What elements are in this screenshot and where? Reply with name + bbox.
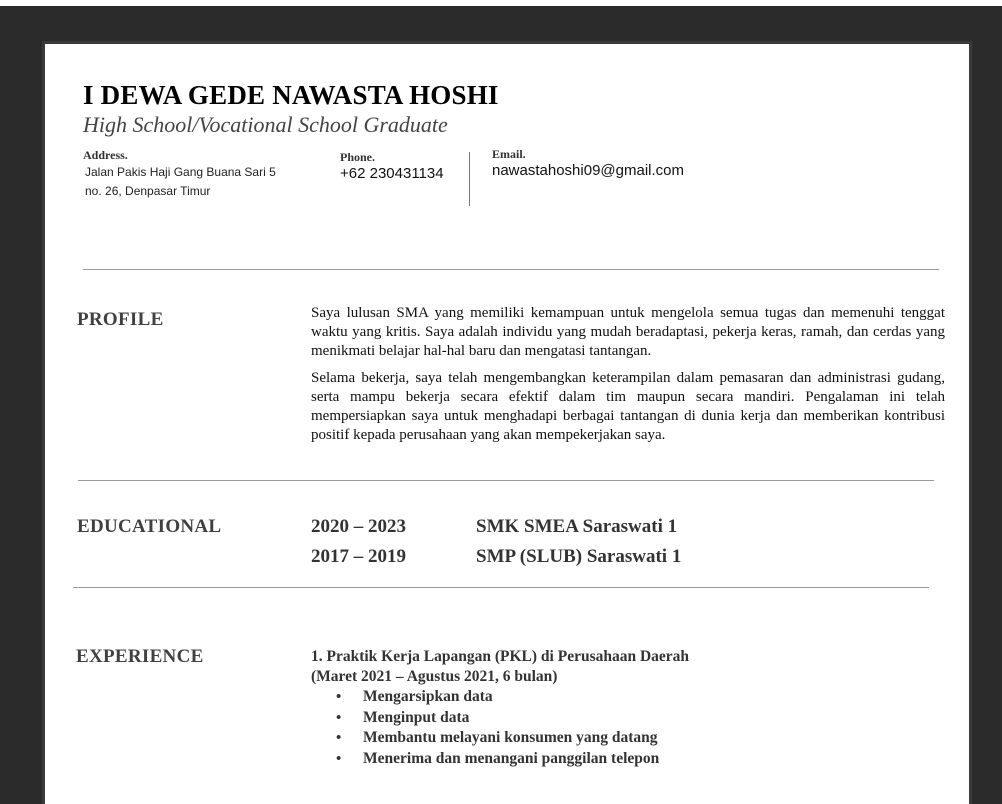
- contact-divider: [469, 152, 470, 206]
- list-item: • Mengarsipkan data: [336, 687, 689, 708]
- divider-header: [83, 269, 939, 270]
- experience-duties: • Mengarsipkan data • Menginput data • Memb…: [311, 687, 689, 769]
- profile-heading: PROFILE: [77, 309, 164, 330]
- profile-paragraph-2: Selama bekerja, saya telah mengembangkan…: [311, 370, 945, 443]
- address-line-2: no. 26, Denpasar Timur: [85, 184, 211, 198]
- list-item: • Membantu melayani konsumen yang datang: [336, 728, 689, 749]
- experience-entry: 1. Praktik Kerja Lapangan (PKL) di Perus…: [311, 647, 689, 769]
- education-school: SMK SMEA Saraswati 1: [476, 516, 678, 537]
- duty-text: Membantu melayani konsumen yang datang: [363, 729, 658, 746]
- bullet-icon: •: [336, 709, 342, 726]
- duty-text: Mengarsipkan data: [363, 688, 493, 705]
- list-item: • Menerima dan menangani panggilan telepo…: [336, 749, 689, 770]
- list-item: • Menginput data: [336, 708, 689, 729]
- email-label: Email.: [492, 147, 526, 161]
- resume-name: I DEWA GEDE NAWASTA HOSHI: [83, 80, 499, 110]
- experience-title: 1. Praktik Kerja Lapangan (PKL) di Perus…: [311, 648, 690, 665]
- divider-education: [73, 587, 929, 588]
- viewer-top-strip: [0, 0, 1002, 6]
- education-heading: EDUCATIONAL: [77, 516, 222, 537]
- bullet-icon: •: [336, 730, 342, 746]
- phone-value: +62 230431134: [340, 165, 444, 182]
- experience-period: (Maret 2021 – Agustus 2021, 6 bulan): [311, 668, 558, 685]
- profile-text: Saya lulusan SMA yang memiliki kemampuan…: [311, 304, 945, 445]
- duty-text: Menginput data: [363, 708, 470, 726]
- address-label: Address.: [83, 148, 128, 162]
- duty-text: Menerima dan menangani panggilan telepon: [363, 749, 660, 767]
- experience-heading: EXPERIENCE: [76, 646, 204, 667]
- profile-paragraph-1: Saya lulusan SMA yang memiliki kemampuan…: [311, 305, 945, 359]
- phone-label: Phone.: [340, 150, 376, 164]
- bullet-icon: •: [336, 750, 342, 767]
- education-school: SMP (SLUB) Saraswati 1: [476, 546, 682, 567]
- education-years: 2017 – 2019: [311, 546, 406, 567]
- divider-profile: [78, 480, 934, 481]
- address-line-1: Jalan Pakis Haji Gang Buana Sari 5: [85, 165, 276, 179]
- bullet-icon: •: [336, 689, 342, 705]
- email-value: nawastahoshi09@gmail.com: [492, 162, 684, 179]
- resume-subtitle: High School/Vocational School Graduate: [83, 112, 448, 137]
- education-years: 2020 – 2023: [311, 516, 406, 537]
- resume-page: I DEWA GEDE NAWASTA HOSHI High School/Vo…: [42, 41, 972, 804]
